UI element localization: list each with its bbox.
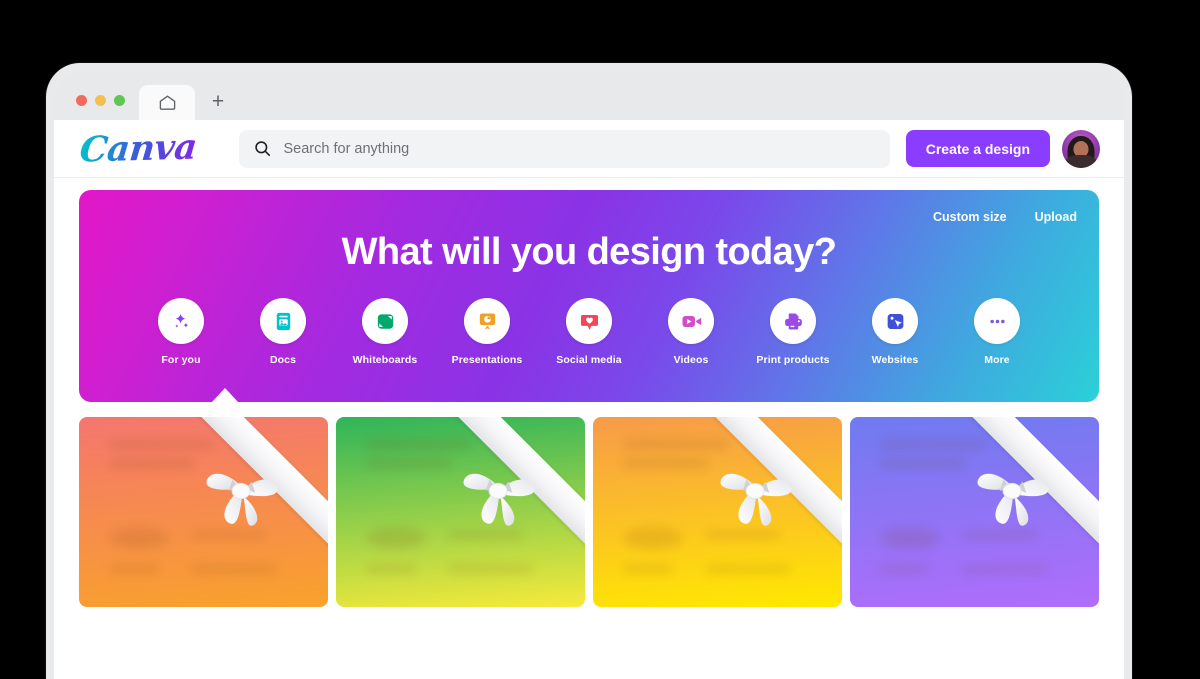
gift-bow-icon (463, 473, 535, 526)
category-websites[interactable]: Websites (867, 298, 923, 366)
hero-banner: Custom size Upload What will you design … (79, 190, 1099, 402)
document-icon-circle[interactable] (260, 298, 306, 344)
category-presentations[interactable]: Presentations (452, 298, 522, 366)
home-icon (159, 95, 175, 110)
app-header: Canva Create a design (54, 120, 1124, 178)
template-card-1[interactable] (79, 417, 328, 607)
whiteboard-icon-circle[interactable] (362, 298, 408, 344)
template-card-4[interactable] (850, 417, 1099, 607)
template-card-2[interactable] (336, 417, 585, 607)
category-whiteboards[interactable]: Whiteboards (353, 298, 417, 366)
category-row: For you Docs Whiteboards Presentations Socia… (79, 298, 1099, 366)
avatar[interactable] (1062, 129, 1100, 168)
category-label: Websites (871, 354, 919, 366)
video-camera-icon-circle[interactable] (668, 298, 714, 344)
active-category-pointer (212, 388, 238, 402)
category-label: Docs (269, 354, 297, 366)
category-label: More (984, 354, 1010, 366)
category-label: Videos (673, 354, 709, 366)
create-a-design-button[interactable]: Create a design (905, 130, 1050, 167)
close-window-button[interactable] (76, 95, 87, 106)
device-frame: + Canva Create a design (46, 63, 1132, 679)
category-label: Whiteboards (352, 354, 418, 366)
canva-logo[interactable]: Canva (78, 126, 207, 171)
category-docs[interactable]: Docs (255, 298, 311, 366)
gift-bow-icon (206, 473, 278, 526)
search-bar[interactable] (238, 129, 890, 168)
category-label: Presentations (451, 354, 523, 366)
search-icon (254, 141, 270, 157)
category-label: Print products (756, 354, 830, 366)
gift-bow (451, 451, 547, 529)
category-label: Social media (556, 354, 622, 366)
heart-bubble-icon-circle[interactable] (566, 298, 612, 344)
category-label: For you (161, 354, 201, 366)
category-for-you[interactable]: For you (153, 298, 209, 366)
avatar-body (1066, 154, 1096, 168)
category-print-products[interactable]: Print products (756, 298, 829, 366)
gift-bow (194, 451, 290, 529)
page-content: Custom size Upload What will you design … (54, 178, 1124, 607)
page-title: What will you design today? (341, 231, 837, 273)
new-tab-button[interactable]: + (201, 84, 235, 118)
window-controls[interactable] (54, 95, 125, 120)
search-input[interactable] (283, 140, 876, 157)
browser-tab-home[interactable] (139, 85, 195, 120)
sparkles-icon-circle[interactable] (158, 298, 204, 344)
gift-bow (708, 451, 804, 529)
minimize-window-button[interactable] (95, 95, 106, 106)
printer-icon-circle[interactable] (770, 298, 816, 344)
maximize-window-button[interactable] (114, 95, 125, 106)
ellipsis-icon-circle[interactable] (974, 298, 1020, 344)
page-viewport: Canva Create a design (54, 120, 1124, 679)
cursor-square-icon-circle[interactable] (872, 298, 918, 344)
category-social-media[interactable]: Social media (556, 298, 622, 366)
template-card-3[interactable] (593, 417, 842, 607)
device-screen: + Canva Create a design (54, 71, 1124, 679)
gift-bow (965, 451, 1061, 529)
template-card-row (54, 402, 1124, 607)
upload-link[interactable]: Upload (1035, 210, 1077, 224)
screenshot-stage: + Canva Create a design (0, 0, 1200, 679)
presentation-icon-circle[interactable] (464, 298, 510, 344)
category-videos[interactable]: Videos (663, 298, 719, 366)
browser-tab-strip: + (54, 71, 1124, 120)
gift-bow-icon (977, 473, 1049, 526)
gift-bow-icon (720, 473, 792, 526)
custom-size-link[interactable]: Custom size (933, 210, 1007, 224)
banner-links: Custom size Upload (933, 210, 1077, 224)
category-more[interactable]: More (969, 298, 1025, 366)
